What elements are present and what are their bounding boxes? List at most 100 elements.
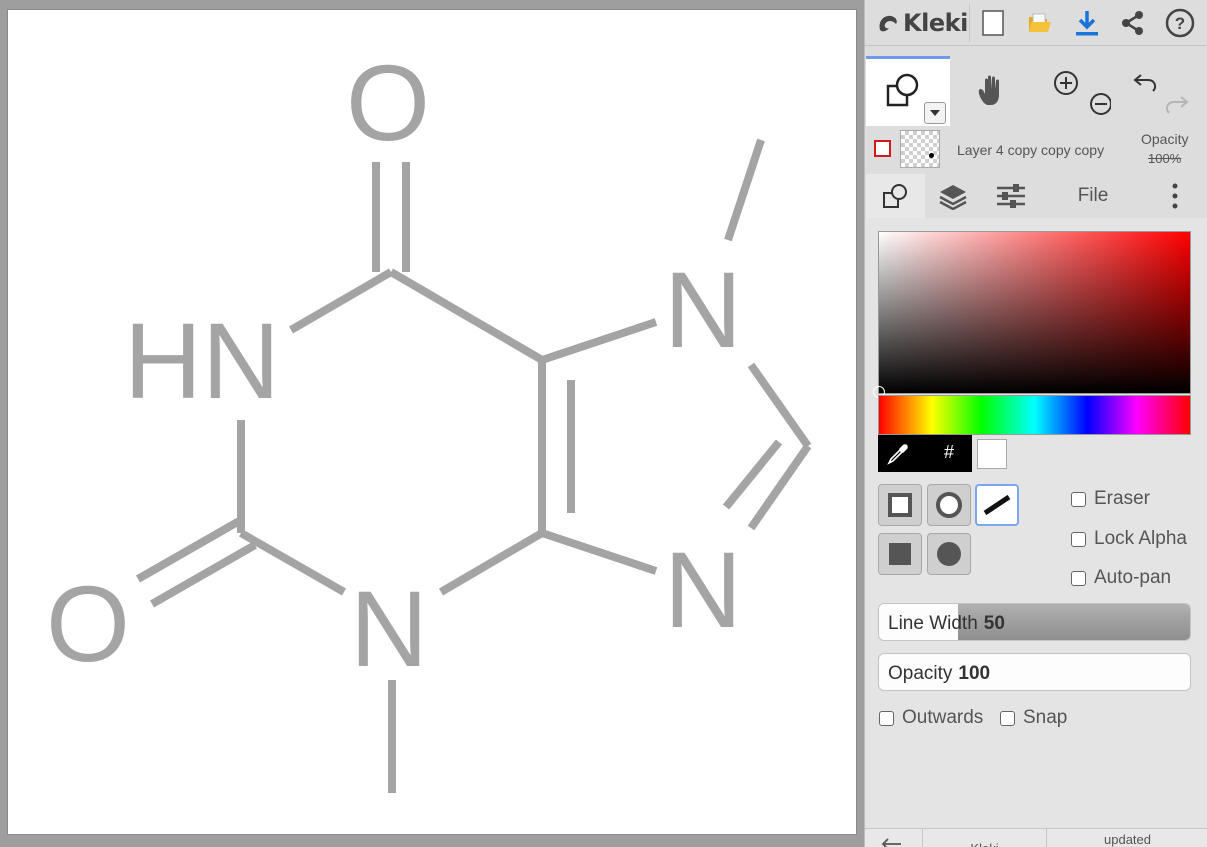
zoom-icons <box>1054 71 1111 115</box>
line-width-label: Line Width <box>888 613 978 634</box>
open-folder-icon <box>1029 13 1051 32</box>
active-layer-row[interactable]: Layer 4 copy copy copy Opacity 100% <box>865 126 1207 174</box>
opacity-value: 100 <box>958 663 991 684</box>
opacity-label: Opacity <box>888 663 953 684</box>
help-button[interactable]: ? <box>1163 6 1197 40</box>
back-button[interactable] <box>879 829 919 847</box>
hex-input-button[interactable]: # <box>944 442 954 463</box>
shape-tool-button[interactable] <box>866 56 950 126</box>
kleki-logo[interactable]: Kleki <box>875 7 968 39</box>
auto-pan-toggle[interactable]: Auto-pan <box>1071 567 1171 589</box>
bond-line <box>150 541 257 608</box>
shape-ellipse-outline-button[interactable] <box>927 484 971 526</box>
layer-thumbnail-dot <box>929 153 934 158</box>
outwards-checkbox[interactable] <box>879 710 894 726</box>
bond-line <box>438 529 545 596</box>
layer-opacity-value: 100% <box>1148 151 1182 166</box>
tab-file[interactable]: File <box>1041 174 1145 218</box>
top-toolbar: Kleki ? <box>865 0 1207 46</box>
atom-label-o-left: O <box>46 563 130 684</box>
eyedropper-icon[interactable] <box>886 442 910 466</box>
help-icon: ? <box>1165 8 1195 38</box>
eraser-toggle[interactable]: Eraser <box>1071 488 1150 510</box>
saturation-value-picker[interactable] <box>873 231 1191 398</box>
more-vertical-icon <box>1172 183 1178 209</box>
updated-link[interactable]: updated <box>1047 829 1207 847</box>
snap-toggle[interactable]: Snap <box>1000 707 1067 729</box>
tab-shape[interactable] <box>866 174 925 218</box>
more-menu-button[interactable] <box>1155 174 1195 218</box>
new-image-icon <box>982 10 1004 36</box>
kleki-logo-icon <box>879 15 897 32</box>
drawing-canvas[interactable]: O O HN N N N <box>7 9 857 835</box>
ellipse-filled-icon <box>937 542 961 566</box>
layer-color-swatch[interactable] <box>874 140 891 157</box>
bond-line <box>540 529 658 575</box>
tool-row <box>865 56 1207 126</box>
molecule-labels: O O HN N N N <box>46 42 742 689</box>
rect-outline-icon <box>888 493 912 517</box>
atom-label-hn: HN <box>124 300 280 421</box>
app-name: Kleki <box>903 9 968 37</box>
shape-rect-outline-button[interactable] <box>878 484 922 526</box>
hand-tool-icon <box>978 75 999 105</box>
hue-slider[interactable] <box>878 395 1191 435</box>
bond-line <box>747 443 812 531</box>
lock-alpha-checkbox[interactable] <box>1071 531 1086 547</box>
tab-adjustments[interactable] <box>981 174 1041 218</box>
chevron-down-icon <box>930 110 940 116</box>
shape-rect-filled-button[interactable] <box>878 533 922 575</box>
undo-redo-icons <box>1133 74 1189 114</box>
opacity-slider[interactable]: Opacity 100 <box>878 653 1191 691</box>
lock-alpha-label: Lock Alpha <box>1094 528 1187 549</box>
shape-ellipse-filled-button[interactable] <box>927 533 971 575</box>
eraser-checkbox[interactable] <box>1071 491 1086 507</box>
shape-tool-panel: # Eraser Lock Alpha Auto-pan Line Width … <box>865 218 1207 828</box>
line-width-slider[interactable]: Line Width 50 <box>878 603 1191 641</box>
outwards-toggle[interactable]: Outwards <box>879 707 983 729</box>
tool-dropdown-button[interactable] <box>924 102 946 124</box>
shape-tool-icon <box>886 73 919 107</box>
open-button[interactable] <box>1023 6 1057 40</box>
bond-line <box>724 138 765 242</box>
outwards-label: Outwards <box>902 707 984 728</box>
rect-filled-icon <box>889 543 911 565</box>
kleki-link[interactable]: Kleki <box>923 829 1046 847</box>
zoom-out-icon <box>1090 93 1111 115</box>
sidebar: Kleki ? Layer 4 copy copy copy Opacity 1… <box>864 0 1207 847</box>
layer-thumbnail <box>900 130 940 168</box>
ellipse-outline-icon <box>936 492 962 518</box>
download-button[interactable] <box>1070 6 1104 40</box>
line-width-text: Line Width 50 <box>888 613 1005 635</box>
redo-icon <box>1165 96 1189 114</box>
bond-line <box>540 318 658 364</box>
layer-name: Layer 4 copy copy copy <box>957 142 1105 158</box>
snap-checkbox[interactable] <box>1000 710 1015 726</box>
svg-text:?: ? <box>1175 14 1185 33</box>
lock-alpha-toggle[interactable]: Lock Alpha <box>1071 528 1187 550</box>
new-image-button[interactable] <box>976 6 1010 40</box>
bottom-bar: Kleki updated <box>865 828 1207 847</box>
molecule-bonds <box>136 138 812 793</box>
auto-pan-checkbox[interactable] <box>1071 570 1086 586</box>
hand-tool-button[interactable] <box>950 56 1034 126</box>
layer-opacity-label: Opacity <box>1141 131 1189 147</box>
primary-color-display: # <box>878 435 972 472</box>
tab-layers[interactable] <box>925 174 981 218</box>
bond-line <box>239 529 346 596</box>
atom-label-n-right-top: N <box>664 249 742 370</box>
shape-line-button[interactable] <box>975 484 1019 526</box>
share-button[interactable] <box>1116 6 1150 40</box>
bond-line <box>288 268 394 334</box>
atom-label-n-bottom: N <box>350 568 428 689</box>
undo-redo-controls <box>1118 56 1207 126</box>
panel-tabs: File <box>865 174 1207 218</box>
atom-label-o-top: O <box>346 42 430 163</box>
atom-label-n-right-bottom: N <box>664 529 742 650</box>
share-icon <box>1122 11 1143 35</box>
secondary-color-swatch[interactable] <box>977 439 1007 469</box>
arrow-left-icon <box>881 838 901 847</box>
zoom-controls <box>1034 56 1118 126</box>
layers-icon <box>939 185 967 210</box>
shape-tab-icon <box>883 184 907 208</box>
